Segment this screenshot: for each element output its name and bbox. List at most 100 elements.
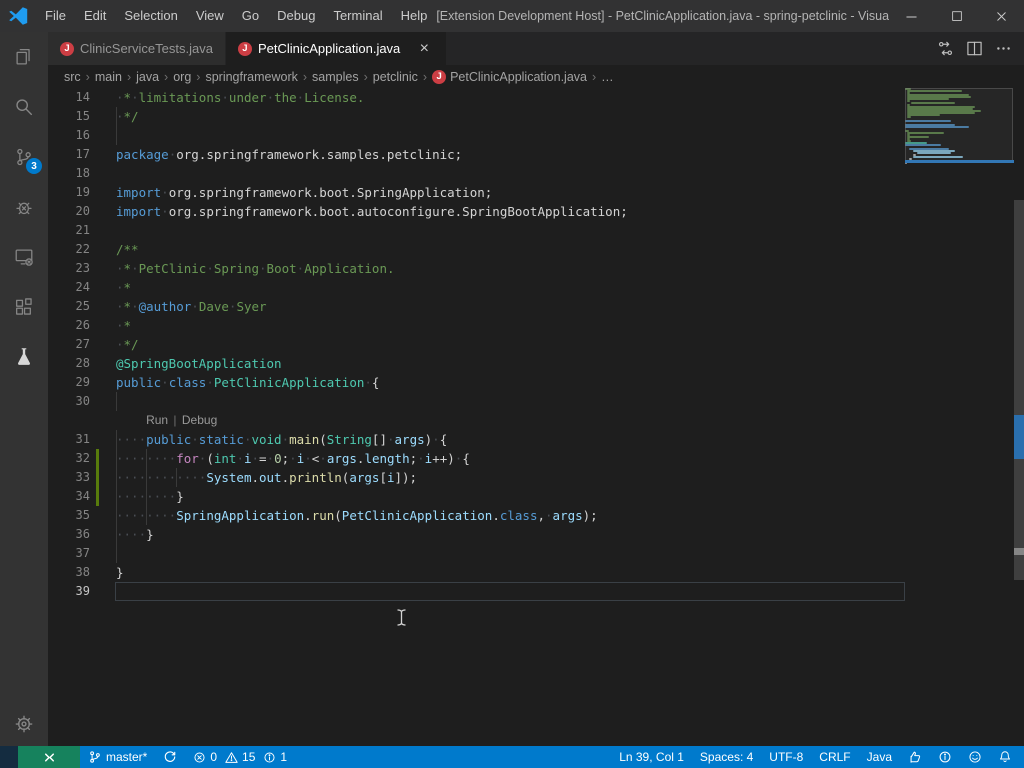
line-number[interactable]: 28 xyxy=(48,354,90,373)
line-number[interactable]: 31 xyxy=(48,430,90,449)
code-line[interactable]: 21 xyxy=(48,221,1024,240)
gutter[interactable] xyxy=(90,183,116,202)
line-number[interactable]: 21 xyxy=(48,221,90,240)
explorer-icon[interactable] xyxy=(0,32,48,82)
line-number[interactable]: 33 xyxy=(48,468,90,487)
line-number[interactable]: 23 xyxy=(48,259,90,278)
search-icon[interactable] xyxy=(0,82,48,132)
breadcrumb-item-file[interactable]: JPetClinicApplication.java xyxy=(431,70,588,84)
gutter[interactable] xyxy=(90,335,116,354)
line-number[interactable]: 29 xyxy=(48,373,90,392)
gutter[interactable] xyxy=(90,126,116,145)
gutter[interactable] xyxy=(90,506,116,525)
line-number[interactable]: 14 xyxy=(48,88,90,107)
line-number[interactable]: 17 xyxy=(48,145,90,164)
menu-edit[interactable]: Edit xyxy=(75,0,115,32)
code-line[interactable]: 35········SpringApplication.run(PetClini… xyxy=(48,506,1024,525)
split-editor-icon[interactable] xyxy=(966,40,983,57)
code-line[interactable]: 27·*/ xyxy=(48,335,1024,354)
close-tab-icon[interactable]: × xyxy=(414,39,434,59)
line-number[interactable]: 36 xyxy=(48,525,90,544)
gutter[interactable] xyxy=(90,392,116,411)
code-line[interactable]: 25·*·@author·Dave·Syer xyxy=(48,297,1024,316)
menu-terminal[interactable]: Terminal xyxy=(324,0,391,32)
line-number[interactable]: 38 xyxy=(48,563,90,582)
gutter[interactable] xyxy=(90,278,116,297)
menu-help[interactable]: Help xyxy=(392,0,437,32)
code-line[interactable]: 24·* xyxy=(48,278,1024,297)
line-number[interactable]: 32 xyxy=(48,449,90,468)
breadcrumb-item-main[interactable]: main xyxy=(94,70,123,84)
close-button[interactable] xyxy=(979,0,1024,32)
maximize-button[interactable] xyxy=(934,0,979,32)
gutter[interactable] xyxy=(90,164,116,183)
run-debug-icon[interactable] xyxy=(0,182,48,232)
source-control-icon[interactable]: 3 xyxy=(0,132,48,182)
line-number[interactable]: 22 xyxy=(48,240,90,259)
test-flask-icon[interactable] xyxy=(0,332,48,382)
feedback[interactable] xyxy=(900,746,930,768)
gutter[interactable] xyxy=(90,240,116,259)
line-number[interactable]: 20 xyxy=(48,202,90,221)
code-line[interactable]: 34········} xyxy=(48,487,1024,506)
eol[interactable]: CRLF xyxy=(811,746,858,768)
gutter[interactable] xyxy=(90,316,116,335)
gutter[interactable] xyxy=(90,525,116,544)
line-number[interactable]: 24 xyxy=(48,278,90,297)
menu-go[interactable]: Go xyxy=(233,0,268,32)
gutter[interactable] xyxy=(90,563,116,582)
code-line[interactable]: 31····public·static·void·main(String[]·a… xyxy=(48,430,1024,449)
remote-explorer-icon[interactable] xyxy=(0,232,48,282)
gutter[interactable] xyxy=(90,354,116,373)
line-number[interactable]: 35 xyxy=(48,506,90,525)
code-line[interactable]: 22/** xyxy=(48,240,1024,259)
code-line[interactable]: 30 xyxy=(48,392,1024,411)
code-line[interactable]: 26·* xyxy=(48,316,1024,335)
more-actions-icon[interactable] xyxy=(995,40,1012,57)
code-line[interactable]: 37 xyxy=(48,544,1024,563)
minimap[interactable] xyxy=(905,88,1014,608)
menu-file[interactable]: File xyxy=(36,0,75,32)
indentation[interactable]: Spaces: 4 xyxy=(692,746,761,768)
codelens-debug-link[interactable]: Debug xyxy=(182,413,217,427)
gutter[interactable] xyxy=(90,107,116,126)
tab-petclinicapplication-java[interactable]: JPetClinicApplication.java× xyxy=(226,32,447,65)
gutter[interactable] xyxy=(90,468,116,487)
extensions-icon[interactable] xyxy=(0,282,48,332)
code-line[interactable]: 20import·org.springframework.boot.autoco… xyxy=(48,202,1024,221)
code-line[interactable]: 18 xyxy=(48,164,1024,183)
code-line[interactable]: 32········for·(int·i·=·0;·i·<·args.lengt… xyxy=(48,449,1024,468)
open-changes-icon[interactable] xyxy=(937,40,954,57)
codelens-run-link[interactable]: Run xyxy=(146,413,168,427)
line-number[interactable]: 18 xyxy=(48,164,90,183)
tab-clinicservicetests-java[interactable]: JClinicServiceTests.java xyxy=(48,32,226,65)
menu-debug[interactable]: Debug xyxy=(268,0,324,32)
breadcrumb-overflow[interactable]: … xyxy=(600,70,615,84)
code-line[interactable]: 33············System.out.println(args[i]… xyxy=(48,468,1024,487)
gutter[interactable] xyxy=(90,449,116,468)
gutter[interactable] xyxy=(90,221,116,240)
gutter[interactable] xyxy=(90,297,116,316)
code-line[interactable]: 36····} xyxy=(48,525,1024,544)
gutter[interactable] xyxy=(90,88,116,107)
code-line[interactable]: 39 xyxy=(48,582,1024,601)
minimize-button[interactable] xyxy=(889,0,934,32)
breadcrumb-item-petclinic[interactable]: petclinic xyxy=(372,70,419,84)
code-line[interactable]: 28@SpringBootApplication xyxy=(48,354,1024,373)
code-line[interactable]: 16 xyxy=(48,126,1024,145)
notifications[interactable] xyxy=(990,746,1020,768)
gutter[interactable] xyxy=(90,582,116,601)
gutter[interactable] xyxy=(90,145,116,164)
breadcrumb-item-springframework[interactable]: springframework xyxy=(204,70,298,84)
line-number[interactable]: 19 xyxy=(48,183,90,202)
cursor-position[interactable]: Ln 39, Col 1 xyxy=(611,746,692,768)
line-number[interactable]: 37 xyxy=(48,544,90,563)
gutter[interactable] xyxy=(90,373,116,392)
code-line[interactable]: 38} xyxy=(48,563,1024,582)
code-line[interactable]: 23·*·PetClinic·Spring·Boot·Application. xyxy=(48,259,1024,278)
language-mode[interactable]: Java xyxy=(859,746,900,768)
breadcrumb-item-src[interactable]: src xyxy=(63,70,82,84)
gutter[interactable] xyxy=(90,430,116,449)
line-number[interactable]: 26 xyxy=(48,316,90,335)
info-status[interactable] xyxy=(930,746,960,768)
